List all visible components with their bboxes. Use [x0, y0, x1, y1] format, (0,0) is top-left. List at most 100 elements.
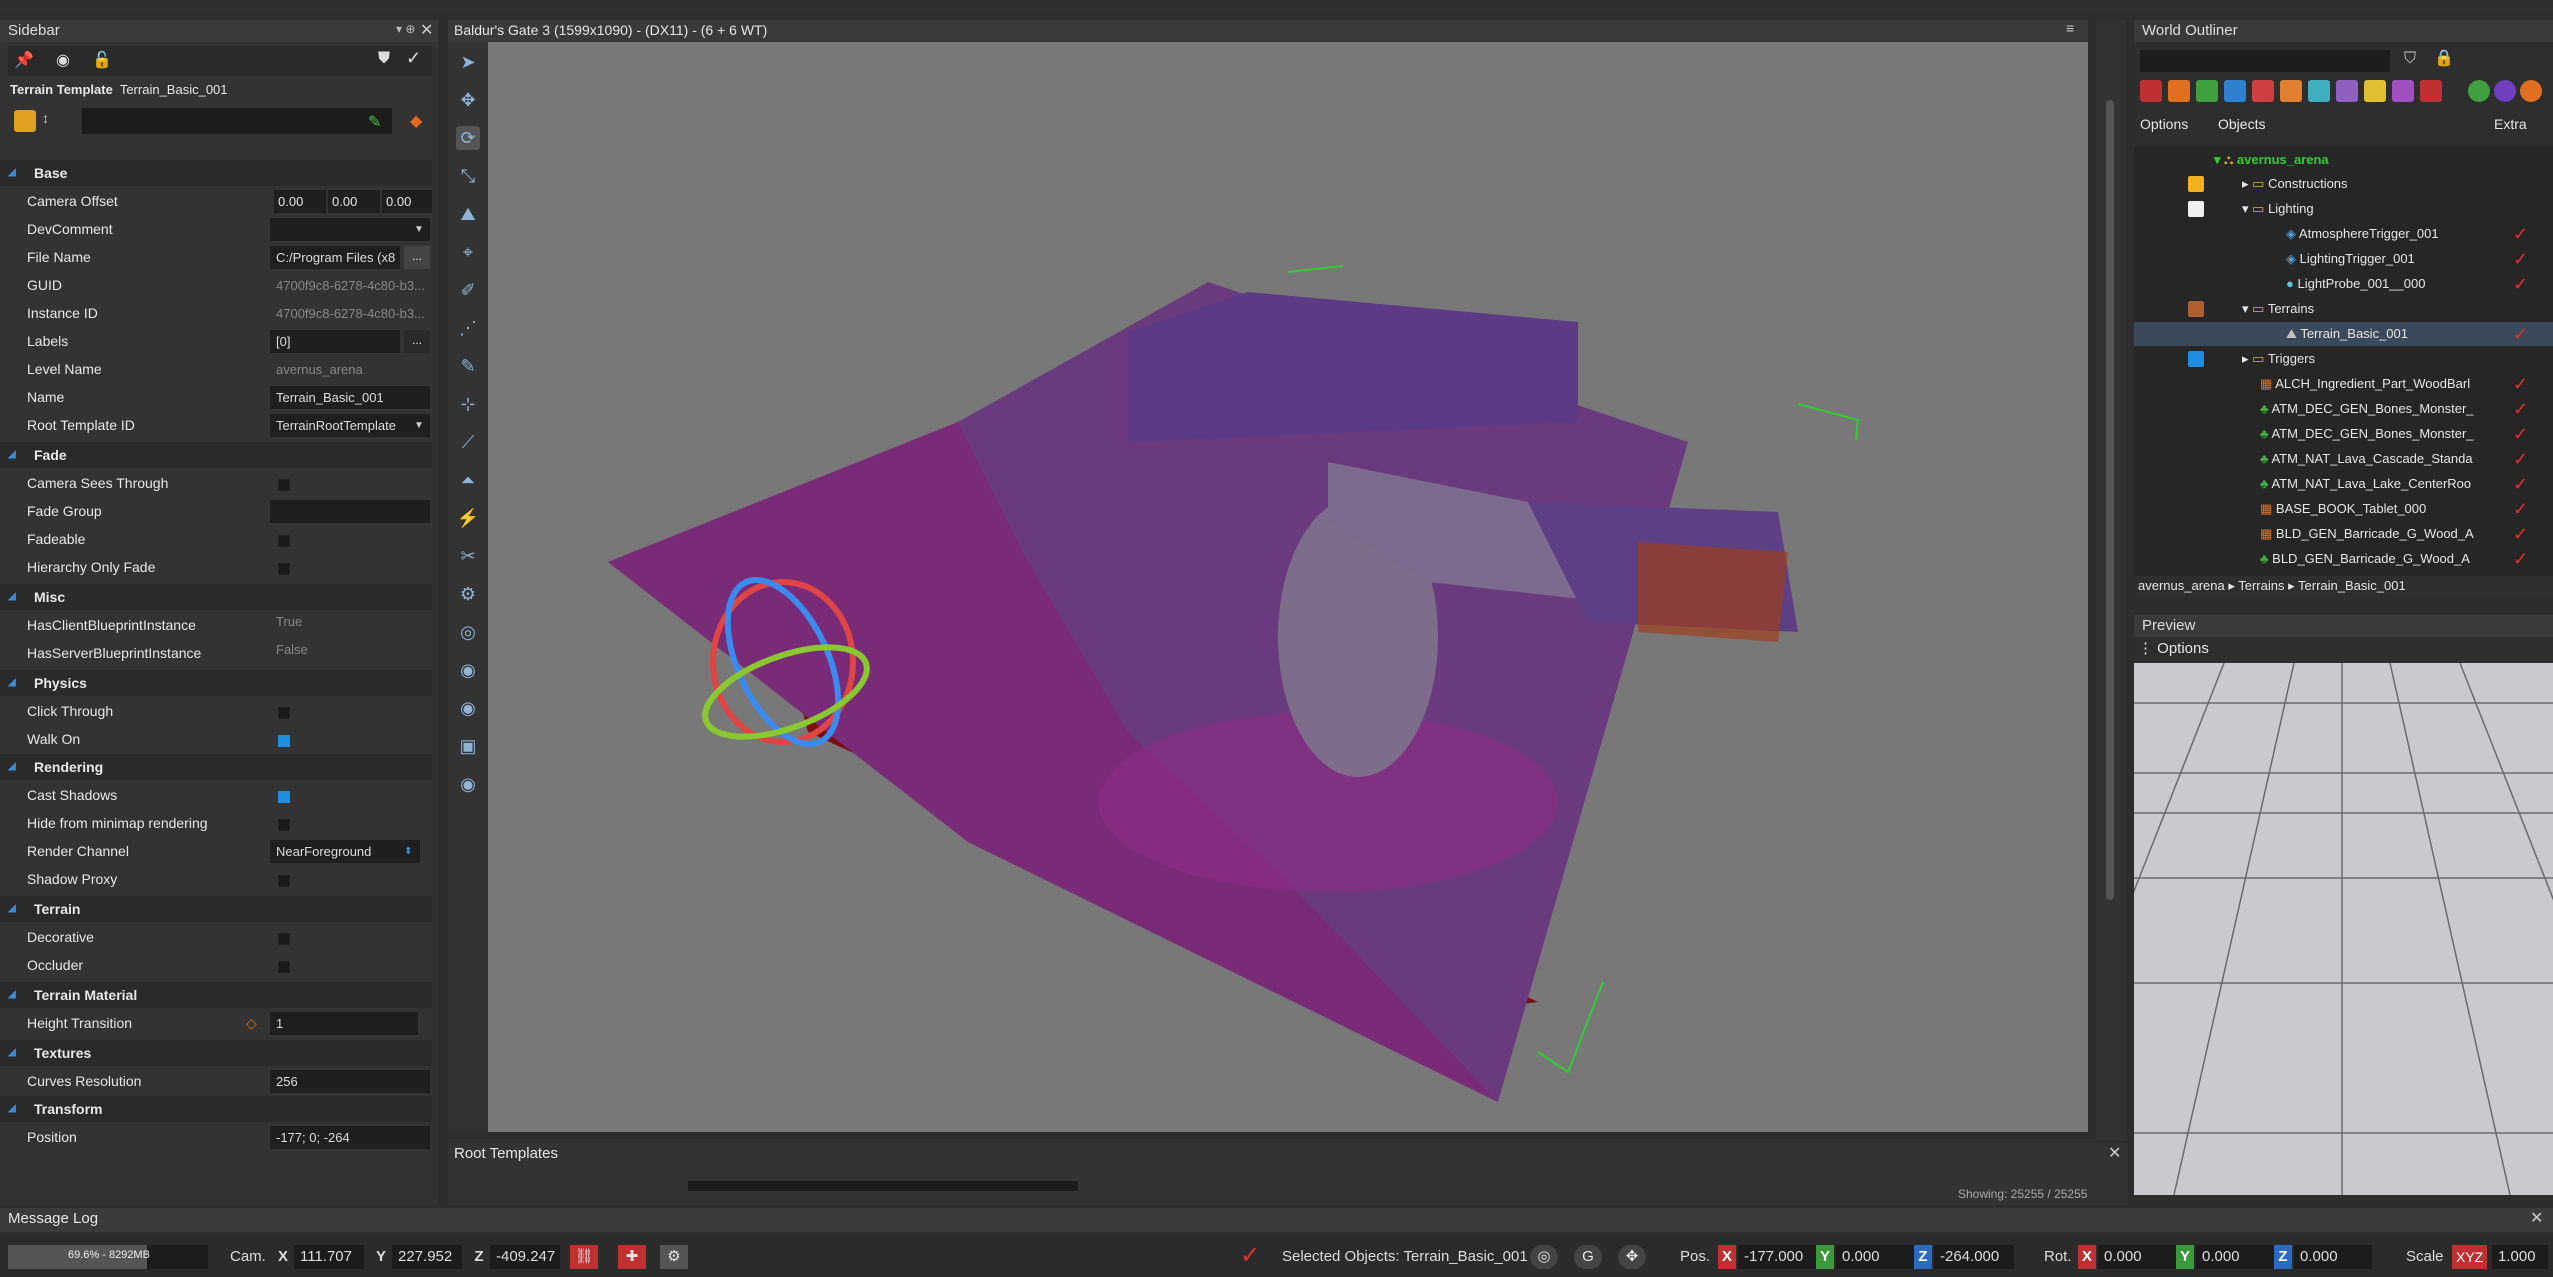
- outliner-extra-tab[interactable]: Extra: [2494, 116, 2527, 132]
- rot-y-field[interactable]: 0.000: [2196, 1245, 2274, 1269]
- message-log-close-icon[interactable]: ✕: [2530, 1208, 2543, 1228]
- sort-icon[interactable]: ↕: [42, 110, 49, 126]
- root-templates-close-icon[interactable]: ✕: [2108, 1143, 2121, 1163]
- tree-item-lighting-trigger[interactable]: ◈ LightingTrigger_001: [2286, 247, 2415, 271]
- brush-icon[interactable]: ✎: [456, 354, 480, 378]
- decal-filter-icon[interactable]: [2252, 80, 2274, 102]
- camera-offset-y[interactable]: 0.00: [328, 190, 380, 213]
- section-textures[interactable]: ◢ Textures: [0, 1040, 432, 1066]
- tree-item-atm-bones-1[interactable]: ♣ ATM_DEC_GEN_Bones_Monster_: [2260, 397, 2474, 421]
- color-tag-terrains[interactable]: [2188, 301, 2204, 317]
- global-filter-icon[interactable]: [2494, 80, 2516, 102]
- move-icon[interactable]: ✥: [456, 88, 480, 112]
- visible-check-icon[interactable]: ✓: [2513, 400, 2529, 418]
- camera-icon[interactable]: ◎: [456, 620, 480, 644]
- eye-options-icon[interactable]: ◉: [456, 772, 480, 796]
- shadow-proxy-checkbox[interactable]: [278, 875, 290, 887]
- preview-options-menu[interactable]: ⋮ Options: [2138, 639, 2209, 657]
- tree-item-triggers[interactable]: ▸ ▭ Triggers: [2242, 347, 2315, 371]
- breadcrumb-item[interactable]: Terrains: [2238, 578, 2284, 593]
- breadcrumb-item[interactable]: avernus_arena: [2138, 578, 2225, 593]
- tree-item-atm-lava-cascade[interactable]: ♣ ATM_NAT_Lava_Cascade_Standa: [2260, 447, 2473, 471]
- decorative-checkbox[interactable]: [278, 933, 290, 945]
- browse-button[interactable]: ...: [404, 246, 430, 269]
- chevron-down-icon[interactable]: ▼: [414, 412, 424, 439]
- fade-group-field[interactable]: [270, 500, 430, 523]
- walk-on-checkbox[interactable]: [278, 735, 290, 747]
- section-misc[interactable]: ◢ Misc: [0, 584, 432, 610]
- visible-check-icon[interactable]: ✓: [2513, 500, 2529, 518]
- click-through-checkbox[interactable]: [278, 707, 290, 719]
- position-field[interactable]: -177; 0; -264: [270, 1126, 430, 1149]
- file-name-field[interactable]: C:/Program Files (x8: [270, 246, 400, 269]
- viewport-menu-icon[interactable]: ≡: [2066, 20, 2074, 36]
- tree-item-base-book[interactable]: ▦ BASE_BOOK_Tablet_000: [2260, 497, 2426, 521]
- curves-resolution-field[interactable]: 256: [270, 1070, 430, 1093]
- cam-x-field[interactable]: 111.707: [294, 1245, 364, 1269]
- visible-check-icon[interactable]: ✓: [2513, 475, 2529, 493]
- camera-offset-x[interactable]: 0.00: [274, 190, 326, 213]
- color-tag-lighting[interactable]: [2188, 201, 2204, 217]
- eye-icon[interactable]: ◉: [56, 50, 70, 70]
- link-icon[interactable]: ⛓: [570, 1245, 598, 1269]
- fx-filter-icon[interactable]: [2280, 80, 2302, 102]
- preview-viewport[interactable]: [2134, 663, 2553, 1195]
- vertex-icon[interactable]: ⋰: [456, 316, 480, 340]
- visible-check-icon[interactable]: ✓: [2513, 450, 2529, 468]
- view-eye-icon[interactable]: ◉: [456, 696, 480, 720]
- tree-item-barricade-2[interactable]: ♣ BLD_GEN_Barricade_G_Wood_A: [2260, 547, 2470, 571]
- section-base[interactable]: ◢ Base: [0, 160, 432, 186]
- section-transform[interactable]: ◢ Transform: [0, 1096, 432, 1122]
- outliner-search-input[interactable]: [2140, 50, 2390, 72]
- vertical-scrollbar[interactable]: [2106, 100, 2114, 900]
- message-log-title[interactable]: Message Log: [8, 1210, 98, 1227]
- property-search-input[interactable]: [82, 108, 392, 134]
- atmosphere-filter-icon[interactable]: [2336, 80, 2358, 102]
- cam-z-field[interactable]: -409.247: [490, 1245, 560, 1269]
- fadeable-checkbox[interactable]: [278, 535, 290, 547]
- snap-toggle-icon[interactable]: ⚙: [660, 1245, 688, 1269]
- pos-z-field[interactable]: -264.000: [1934, 1245, 2014, 1269]
- edit-pen-icon[interactable]: ✎: [368, 112, 381, 132]
- scale-axes-toggle[interactable]: XYZ: [2452, 1245, 2488, 1269]
- rot-x-field[interactable]: 0.000: [2098, 1245, 2176, 1269]
- camera-snap-icon[interactable]: ◎: [1530, 1245, 1558, 1269]
- tree-item-atmosphere-trigger[interactable]: ◈ AtmosphereTrigger_001: [2286, 222, 2439, 246]
- tree-item-atm-lava-lake[interactable]: ♣ ATM_NAT_Lava_Lake_CenterRoo: [2260, 472, 2471, 496]
- outliner-lock-icon[interactable]: 🔒: [2434, 48, 2454, 68]
- rotate-icon[interactable]: ⟳: [456, 126, 480, 150]
- tree-item-light-probe[interactable]: ● LightProbe_001__000: [2286, 272, 2425, 296]
- hierarchy-only-fade-checkbox[interactable]: [278, 563, 290, 575]
- character-filter-icon[interactable]: [2140, 80, 2162, 102]
- tree-filter-icon[interactable]: [2196, 80, 2218, 102]
- section-physics[interactable]: ◢ Physics: [0, 670, 432, 696]
- pos-x-field[interactable]: -177.000: [1738, 1245, 1818, 1269]
- snap-icon[interactable]: ⌖: [456, 240, 480, 264]
- visible-check-icon[interactable]: ✓: [2513, 550, 2529, 568]
- settings-gear-icon[interactable]: ⚙: [456, 582, 480, 606]
- tool-filter-icon[interactable]: [2420, 80, 2442, 102]
- visible-check-icon[interactable]: ✓: [2513, 250, 2529, 268]
- tree-item-terrain-basic[interactable]: ⛰ Terrain_Basic_001: [2286, 322, 2408, 346]
- paint-icon[interactable]: ✐: [456, 278, 480, 302]
- lock-icon[interactable]: 🔓: [92, 50, 112, 70]
- cast-shadows-checkbox[interactable]: [278, 791, 290, 803]
- camera-sees-through-checkbox[interactable]: [278, 479, 290, 491]
- shield-icon[interactable]: ⛊: [378, 50, 390, 68]
- bookmark-add-icon[interactable]: ✚: [618, 1245, 646, 1269]
- cube-icon[interactable]: ▣: [456, 734, 480, 758]
- labels-field[interactable]: [0]: [270, 330, 400, 353]
- tree-root[interactable]: ▾ ⛬ avernus_arena: [2214, 148, 2329, 172]
- pos-y-field[interactable]: 0.000: [1836, 1245, 1916, 1269]
- camera-offset-z[interactable]: 0.00: [382, 190, 432, 213]
- breadcrumb-item[interactable]: Terrain_Basic_001: [2298, 578, 2406, 593]
- grid-snap-icon[interactable]: G: [1574, 1245, 1602, 1269]
- viewport-3d[interactable]: [488, 42, 2088, 1132]
- name-field[interactable]: Terrain_Basic_001: [270, 386, 430, 409]
- section-terrain[interactable]: ◢ Terrain: [0, 896, 432, 922]
- sidebar-pin-icon[interactable]: ▾ ⊕: [396, 22, 415, 36]
- chevron-down-icon[interactable]: ▼: [414, 216, 424, 243]
- filter-icon[interactable]: ⛉: [2404, 50, 2416, 68]
- occluder-checkbox[interactable]: [278, 961, 290, 973]
- visible-check-icon[interactable]: ✓: [2513, 425, 2529, 443]
